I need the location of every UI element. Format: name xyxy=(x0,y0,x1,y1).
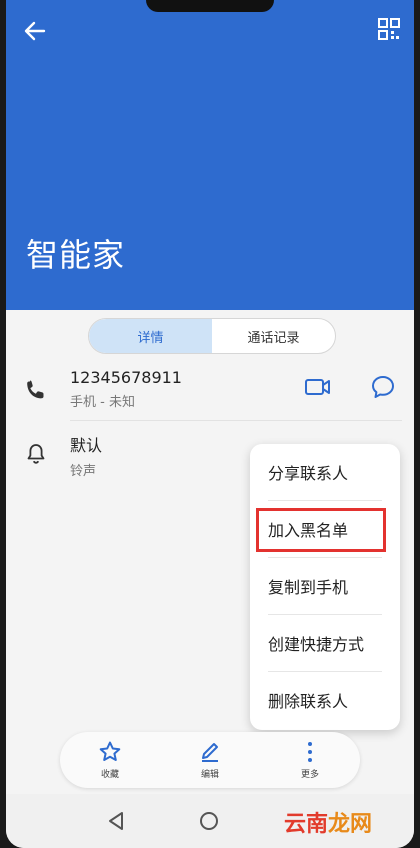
phone-icon xyxy=(27,380,44,399)
tab-bar: 详情 通话记录 xyxy=(88,318,336,354)
phone-number: 12345678911 xyxy=(70,368,182,387)
back-arrow-icon[interactable] xyxy=(22,18,48,44)
star-icon xyxy=(99,741,121,761)
ringtone-value: 默认 xyxy=(70,436,103,455)
menu-create-shortcut[interactable]: 创建快捷方式 xyxy=(250,615,400,671)
bell-icon xyxy=(27,444,45,464)
qr-code-icon[interactable] xyxy=(378,18,400,40)
edit-label: 编辑 xyxy=(200,770,219,780)
more-button[interactable]: 更多 xyxy=(260,732,360,788)
nav-back-icon[interactable] xyxy=(106,810,126,832)
menu-copy-to-phone[interactable]: 复制到手机 xyxy=(250,558,400,614)
phone-screen: 智能家 详情 通话记录 12345678911 手机 - 未知 默认 铃声 分享… xyxy=(6,0,414,848)
phone-number-row[interactable]: 12345678911 手机 - 未知 xyxy=(6,366,414,418)
edit-button[interactable]: 编辑 xyxy=(160,732,260,788)
nav-home-icon[interactable] xyxy=(198,810,220,832)
overflow-menu: 分享联系人 加入黑名单 复制到手机 创建快捷方式 删除联系人 xyxy=(250,444,400,730)
camera-notch xyxy=(146,0,274,12)
row-divider xyxy=(70,420,402,421)
contact-header: 智能家 xyxy=(6,0,414,310)
watermark-part1: 云南 xyxy=(284,812,329,837)
ringtone-label: 铃声 xyxy=(70,464,97,479)
highlight-box xyxy=(256,508,386,552)
contact-name: 智能家 xyxy=(26,236,126,274)
tab-call-log[interactable]: 通话记录 xyxy=(212,319,335,353)
video-call-icon[interactable] xyxy=(304,376,332,398)
menu-share-contact[interactable]: 分享联系人 xyxy=(250,444,400,500)
menu-delete-contact[interactable]: 删除联系人 xyxy=(250,672,400,728)
edit-icon xyxy=(202,743,218,762)
watermark-part2: 龙网 xyxy=(328,812,373,837)
phone-type: 手机 - 未知 xyxy=(70,395,135,410)
favorite-label: 收藏 xyxy=(100,770,119,780)
more-label: 更多 xyxy=(300,770,319,780)
bottom-action-bar: 收藏 编辑 更多 xyxy=(60,732,360,788)
tab-details[interactable]: 详情 xyxy=(89,319,212,353)
favorite-button[interactable]: 收藏 xyxy=(60,732,160,788)
message-icon[interactable] xyxy=(370,374,396,400)
watermark: 云南龙网 xyxy=(284,806,372,838)
more-icon xyxy=(308,742,312,762)
